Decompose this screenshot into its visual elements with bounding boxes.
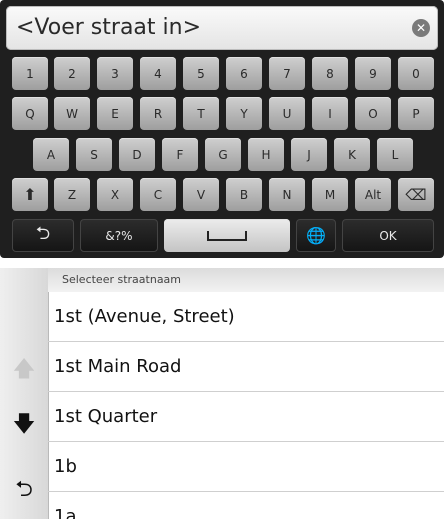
key-l[interactable]: L [377, 138, 413, 171]
key-n[interactable]: N [269, 178, 305, 211]
key-h[interactable]: H [248, 138, 284, 171]
key-0[interactable]: 0 [398, 57, 434, 90]
key-p[interactable]: P [398, 97, 434, 130]
list-item[interactable]: 1a [48, 492, 444, 519]
shift-key[interactable]: ⬆ [12, 178, 48, 211]
key-8[interactable]: 8 [312, 57, 348, 90]
list-header: Selecteer straatnaam [48, 268, 444, 292]
list-item[interactable]: 1st Main Road [48, 342, 444, 392]
key-r[interactable]: R [140, 97, 176, 130]
shift-up-arrow-icon: ⬆ [23, 185, 37, 204]
scroll-down-icon[interactable]: 🡇 [12, 413, 36, 437]
key-9[interactable]: 9 [355, 57, 391, 90]
key-f[interactable]: F [162, 138, 198, 171]
street-input[interactable]: <Voer straat in> [16, 6, 201, 50]
key-7[interactable]: 7 [269, 57, 305, 90]
key-x[interactable]: X [97, 178, 133, 211]
key-c[interactable]: C [140, 178, 176, 211]
key-i[interactable]: I [312, 97, 348, 130]
key-o[interactable]: O [355, 97, 391, 130]
space-icon [207, 230, 247, 241]
key-6[interactable]: 6 [226, 57, 262, 90]
key-5[interactable]: 5 [183, 57, 219, 90]
key-d[interactable]: D [119, 138, 155, 171]
key-z[interactable]: Z [54, 178, 90, 211]
keyboard-panel: <Voer straat in> ✕ 1 2 3 4 5 6 7 8 9 0 Q… [0, 0, 444, 258]
key-v[interactable]: V [183, 178, 219, 211]
key-w[interactable]: W [54, 97, 90, 130]
back-icon[interactable]: ⮌ [12, 478, 36, 502]
key-4[interactable]: 4 [140, 57, 176, 90]
key-t[interactable]: T [183, 97, 219, 130]
list-item[interactable]: 1st Quarter [48, 392, 444, 442]
key-1[interactable]: 1 [12, 57, 48, 90]
key-3[interactable]: 3 [97, 57, 133, 90]
key-u[interactable]: U [269, 97, 305, 130]
back-arrow-icon: ⮌ [35, 222, 51, 244]
key-2[interactable]: 2 [54, 57, 90, 90]
backspace-icon: ⌫ [405, 185, 427, 204]
street-list-panel: 🡅 🡇 ⮌ Selecteer straatnaam 1st (Avenue, … [0, 268, 444, 519]
key-q[interactable]: Q [12, 97, 48, 130]
ok-button[interactable]: OK [342, 219, 434, 252]
key-j[interactable]: J [291, 138, 327, 171]
street-search-field[interactable]: <Voer straat in> ✕ [6, 6, 438, 50]
clear-icon[interactable]: ✕ [412, 19, 430, 37]
key-g[interactable]: G [205, 138, 241, 171]
key-b[interactable]: B [226, 178, 262, 211]
list-item[interactable]: 1b [48, 442, 444, 492]
space-key[interactable] [164, 219, 290, 252]
scroll-sidebar: 🡅 🡇 ⮌ [0, 268, 49, 519]
key-e[interactable]: E [97, 97, 133, 130]
scroll-up-icon[interactable]: 🡅 [12, 358, 36, 382]
language-key[interactable]: 🌐 [296, 219, 336, 252]
key-y[interactable]: Y [226, 97, 262, 130]
symbols-key[interactable]: &?% [80, 219, 158, 252]
key-a[interactable]: A [33, 138, 69, 171]
alt-key[interactable]: Alt [355, 178, 391, 211]
key-k[interactable]: K [334, 138, 370, 171]
back-button[interactable]: ⮌ [12, 219, 74, 252]
key-s[interactable]: S [76, 138, 112, 171]
list-item[interactable]: 1st (Avenue, Street) [48, 292, 444, 342]
globe-icon: 🌐 [306, 226, 326, 245]
key-m[interactable]: M [312, 178, 348, 211]
backspace-key[interactable]: ⌫ [398, 178, 434, 211]
